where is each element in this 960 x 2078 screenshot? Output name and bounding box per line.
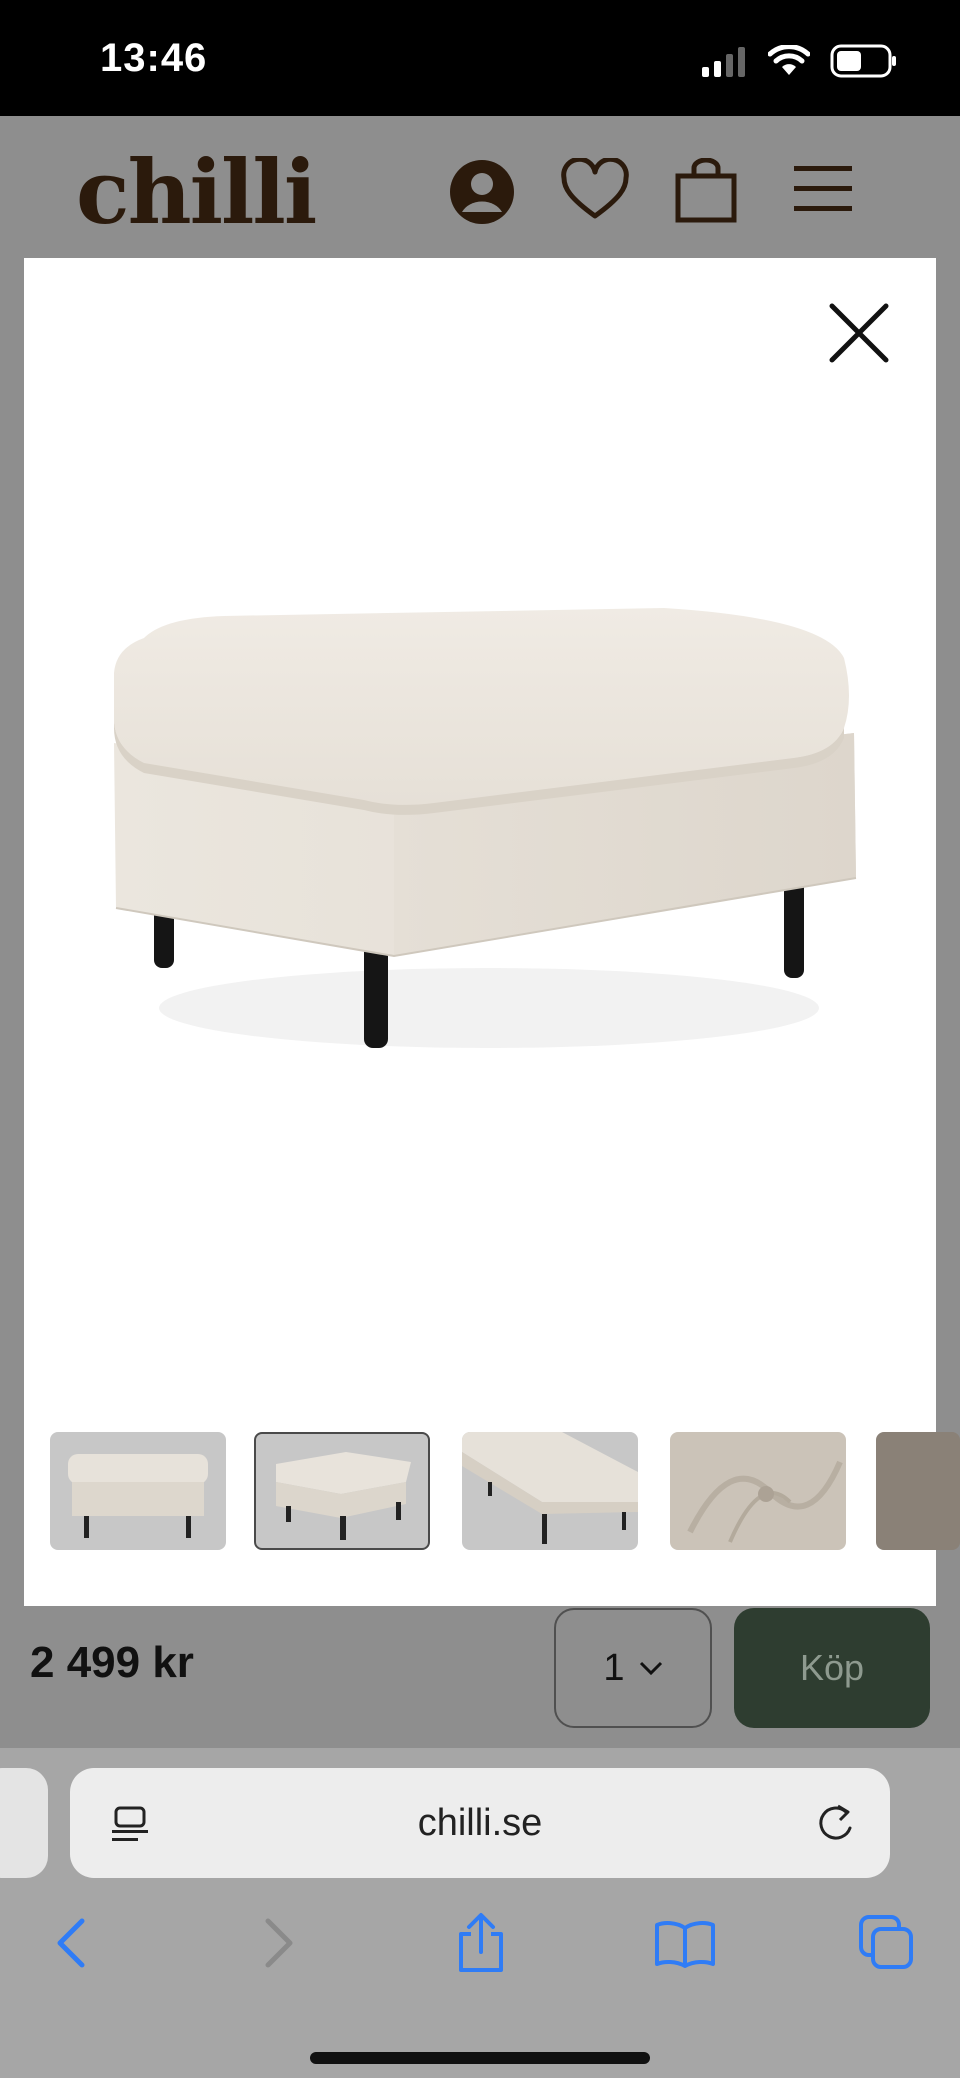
- quantity-value: 1: [603, 1646, 625, 1689]
- thumbnail-1[interactable]: [50, 1432, 226, 1550]
- buy-button[interactable]: Köp: [734, 1608, 930, 1728]
- account-icon[interactable]: [448, 158, 516, 226]
- bookmarks-icon: [655, 1921, 715, 1968]
- share-button[interactable]: [446, 1908, 516, 1978]
- battery-icon: [830, 44, 896, 78]
- bookmarks-button[interactable]: [650, 1908, 720, 1978]
- quantity-select[interactable]: 1: [554, 1608, 712, 1728]
- status-bar: 13:46: [0, 0, 960, 116]
- thumbnail-5[interactable]: [876, 1432, 960, 1550]
- product-price: 2 499 kr: [30, 1638, 194, 1687]
- purchase-bar: 2 499 kr 1 Köp: [0, 1606, 960, 1748]
- status-icons: [700, 44, 898, 78]
- site-header: chilli: [0, 116, 960, 258]
- image-gallery-modal: [24, 258, 936, 1606]
- home-indicator: [310, 2052, 650, 2064]
- signal-icon: [702, 47, 745, 77]
- address-bar[interactable]: chilli.se: [70, 1768, 890, 1878]
- thumbnail-3[interactable]: [462, 1432, 638, 1550]
- thumbnail-2[interactable]: [254, 1432, 430, 1550]
- url-text: chilli.se: [417, 1802, 543, 1844]
- back-icon: [57, 1918, 85, 1968]
- browser-chrome: chilli.se: [0, 1748, 960, 2078]
- site-logo[interactable]: chilli: [76, 140, 317, 244]
- chevron-down-icon: [639, 1661, 662, 1676]
- product-image-ottoman: [114, 608, 857, 1048]
- bag-icon[interactable]: [674, 158, 738, 224]
- previous-tab-peek[interactable]: [0, 1768, 48, 1878]
- menu-icon[interactable]: [792, 158, 854, 218]
- reload-icon[interactable]: [816, 1802, 856, 1844]
- forward-icon: [265, 1918, 293, 1968]
- share-icon: [459, 1913, 503, 1972]
- browser-toolbar: [0, 1908, 960, 2008]
- heart-icon[interactable]: [560, 158, 630, 222]
- back-button[interactable]: [36, 1908, 106, 1978]
- wifi-icon: [768, 45, 810, 75]
- close-icon[interactable]: [826, 300, 892, 366]
- tabs-icon: [859, 1915, 913, 1969]
- thumbnail-4-fabric[interactable]: [670, 1432, 846, 1550]
- status-time: 13:46: [100, 36, 208, 80]
- tabs-button[interactable]: [852, 1908, 922, 1978]
- forward-button[interactable]: [244, 1908, 314, 1978]
